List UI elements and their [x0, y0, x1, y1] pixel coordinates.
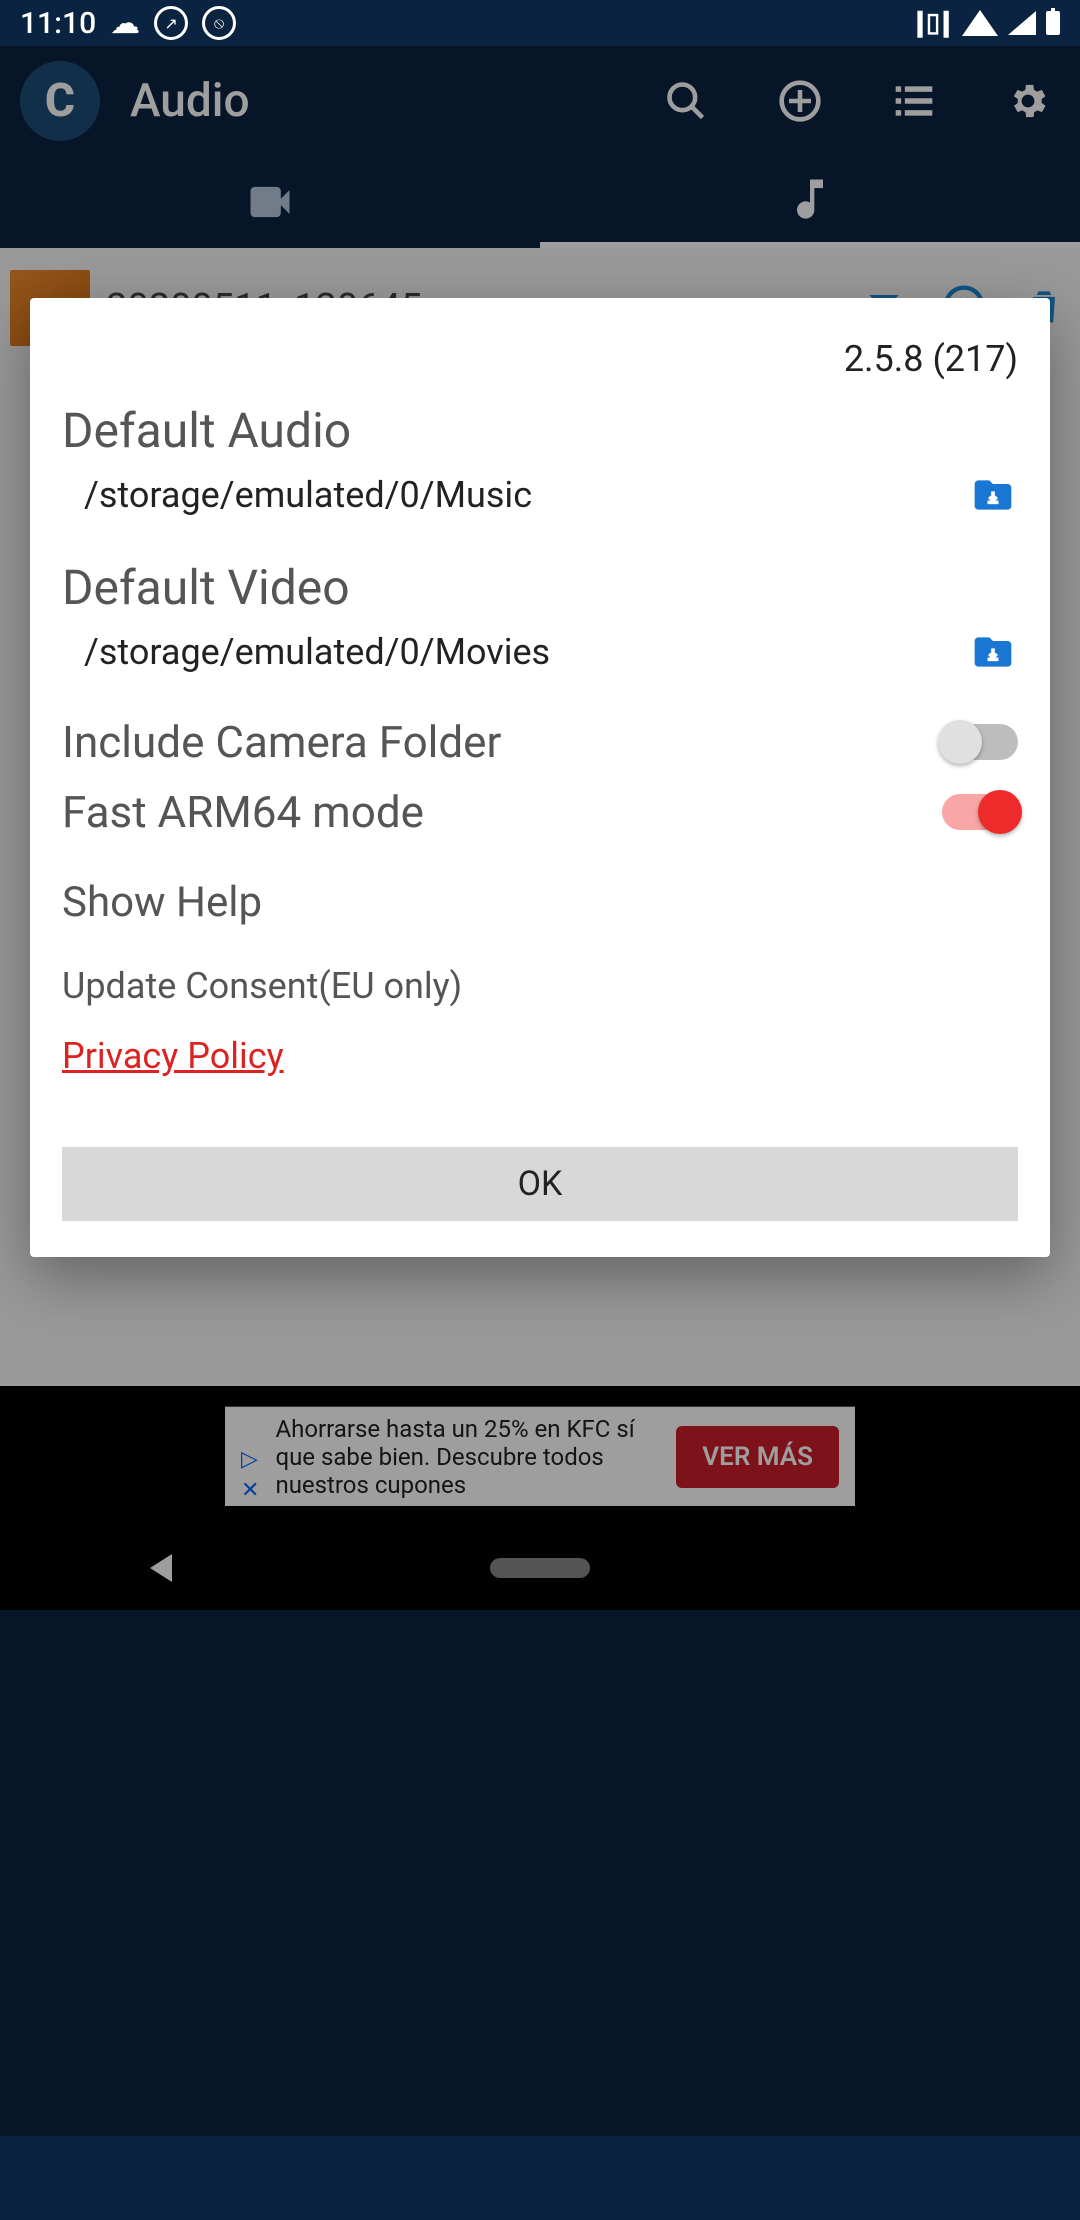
- status-time: 11:10: [20, 6, 96, 41]
- fast-arm-label: Fast ARM64 mode: [62, 786, 424, 838]
- default-video-heading: Default Video: [62, 559, 1018, 616]
- sync-pending-icon: ↗: [154, 6, 188, 40]
- include-camera-label: Include Camera Folder: [62, 716, 501, 768]
- cloud-icon: ☁: [110, 6, 140, 41]
- default-video-path: /storage/emulated/0/Movies: [84, 631, 948, 673]
- show-help-link[interactable]: Show Help: [62, 878, 1018, 927]
- battery-icon: [1046, 11, 1060, 35]
- ok-button[interactable]: OK: [62, 1147, 1018, 1221]
- wifi-icon: [962, 10, 998, 36]
- include-camera-toggle[interactable]: [942, 724, 1018, 760]
- pick-audio-folder-button[interactable]: [968, 473, 1018, 517]
- app-version: 2.5.8 (217): [62, 338, 1018, 380]
- dnd-icon: ⦸: [202, 6, 236, 40]
- privacy-policy-link[interactable]: Privacy Policy: [62, 1035, 284, 1077]
- update-consent-link[interactable]: Update Consent(EU only): [62, 965, 1018, 1007]
- vibrate-icon: ❙▯❙: [909, 8, 952, 38]
- settings-dialog: 2.5.8 (217) Default Audio /storage/emula…: [30, 298, 1050, 1257]
- default-audio-heading: Default Audio: [62, 402, 1018, 459]
- signal-icon: [1008, 11, 1036, 35]
- default-audio-path: /storage/emulated/0/Music: [84, 474, 948, 516]
- fast-arm-toggle[interactable]: [942, 794, 1018, 830]
- pick-video-folder-button[interactable]: [968, 630, 1018, 674]
- status-bar: 11:10 ☁ ↗ ⦸ ❙▯❙: [0, 0, 1080, 46]
